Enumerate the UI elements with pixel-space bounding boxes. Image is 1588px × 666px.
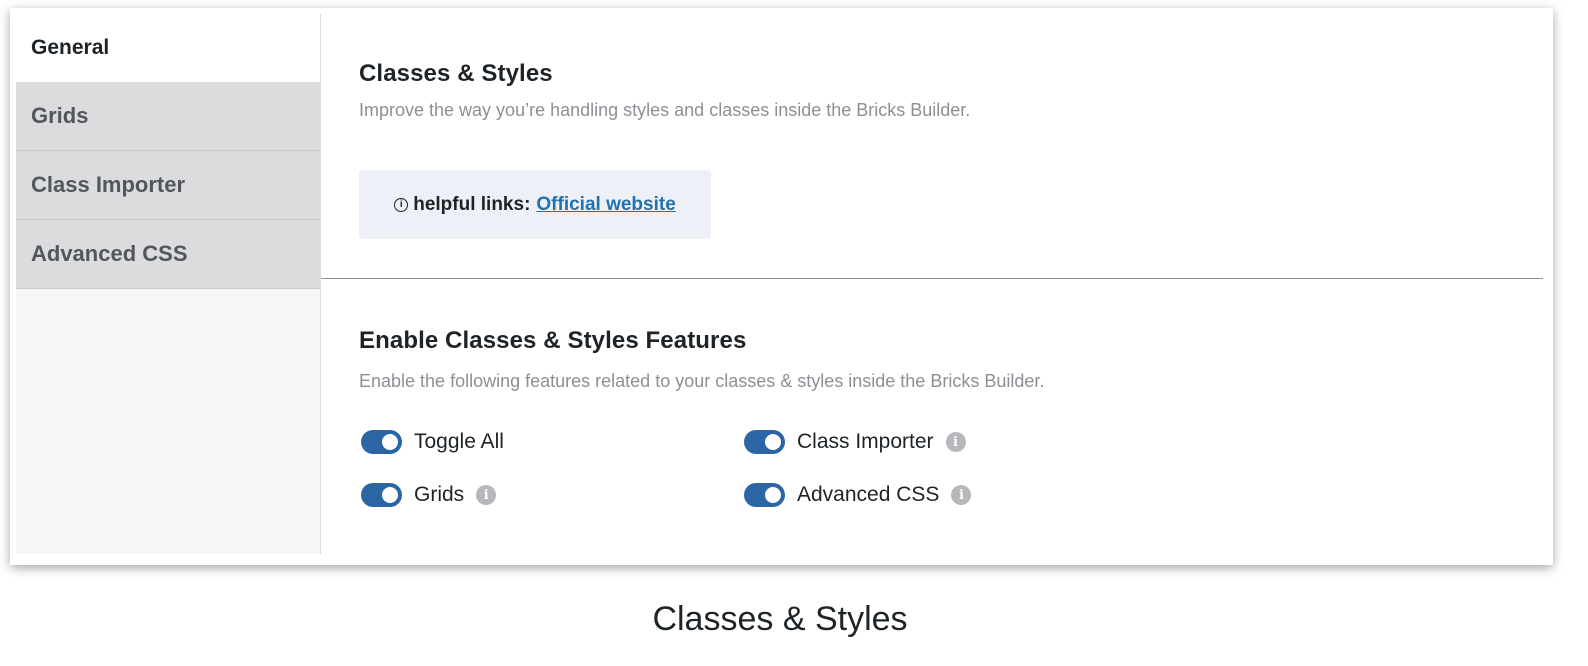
info-icon[interactable]: i (476, 485, 497, 505)
grids-label: Grids (414, 483, 465, 506)
class-importer-switch[interactable] (744, 430, 785, 454)
toggle-all-row: Toggle All (361, 430, 504, 454)
grids-row: Grids i (361, 483, 497, 507)
notice-prefix: helpful links: (413, 193, 531, 215)
intro-section: Classes & Styles Improve the way you’re … (321, 14, 1543, 279)
tab-grids[interactable]: Grids (16, 82, 320, 151)
section-description: Improve the way you’re handling styles a… (359, 100, 971, 120)
advanced-css-row: Advanced CSS i (744, 483, 972, 507)
info-icon[interactable]: i (951, 485, 972, 505)
class-importer-label: Class Importer (797, 430, 934, 453)
advanced-css-label: Advanced CSS (797, 483, 940, 506)
helpful-links-notice: i helpful links: Official website (359, 170, 711, 239)
settings-sidebar: General Grids Class Importer Advanced CS… (16, 14, 321, 554)
info-icon[interactable]: i (945, 432, 966, 452)
figure-caption: Classes & Styles (652, 600, 908, 638)
toggle-all-label: Toggle All (414, 430, 504, 453)
features-description: Enable the following features related to… (359, 371, 1045, 391)
tab-advanced-css[interactable]: Advanced CSS (16, 220, 320, 289)
class-importer-row: Class Importer i (744, 430, 966, 454)
grids-switch[interactable] (361, 483, 402, 507)
advanced-css-switch[interactable] (744, 483, 785, 507)
toggle-all-switch[interactable] (361, 430, 402, 454)
settings-content: Classes & Styles Improve the way you’re … (321, 14, 1543, 554)
tab-general[interactable]: General (16, 14, 320, 82)
section-title: Classes & Styles (359, 60, 553, 87)
features-title: Enable Classes & Styles Features (359, 327, 747, 354)
tab-class-importer[interactable]: Class Importer (16, 151, 320, 220)
info-circle-icon: i (394, 197, 409, 212)
official-website-link[interactable]: Official website (536, 194, 675, 216)
settings-window: General Grids Class Importer Advanced CS… (10, 8, 1553, 565)
settings-panel: General Grids Class Importer Advanced CS… (16, 14, 1543, 554)
